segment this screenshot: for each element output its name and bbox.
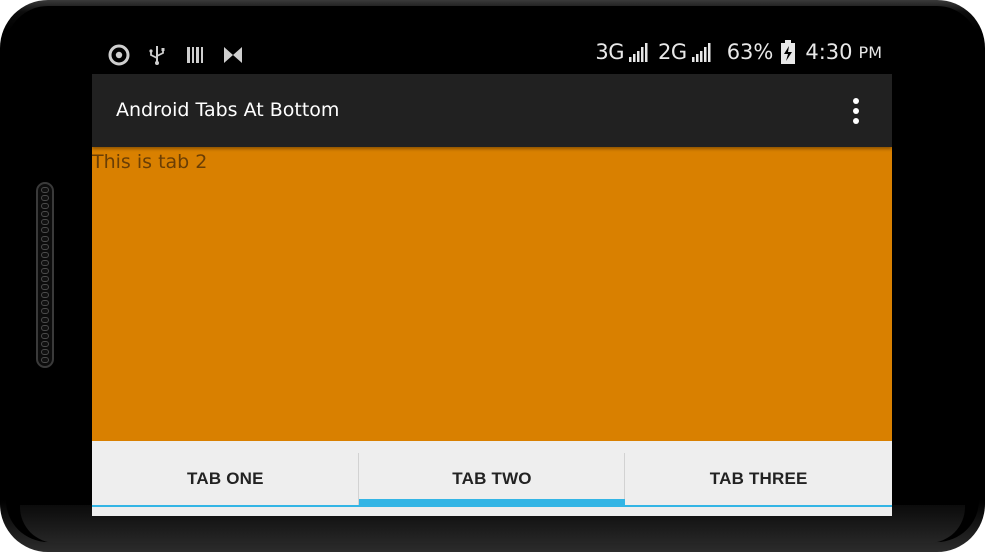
tab-three[interactable]: TAB THREE <box>625 441 893 516</box>
tab-label: TAB ONE <box>187 468 264 488</box>
tab-indicator <box>92 505 359 507</box>
tab-two[interactable]: TAB TWO <box>358 441 626 516</box>
bowtie-icon <box>222 44 244 66</box>
phone-speaker-grille <box>36 182 54 368</box>
tab-indicator <box>625 505 893 507</box>
network-type-2: 2G <box>658 40 687 64</box>
tab-label: TAB THREE <box>709 468 808 488</box>
signal-strength-icon <box>628 41 650 63</box>
usb-icon <box>146 44 168 66</box>
action-bar: Android Tabs At Bottom <box>92 74 892 147</box>
system-indicators: 3G 2G 63% 4:30 PM <box>595 40 882 64</box>
at-icon <box>108 44 130 66</box>
overflow-menu-icon[interactable] <box>846 96 866 126</box>
signal-strength-icon <box>691 41 713 63</box>
battery-percent: 63% <box>726 40 774 64</box>
tab-one[interactable]: TAB ONE <box>92 441 359 516</box>
tab-content-text: This is tab 2 <box>92 151 208 173</box>
notification-icons <box>108 44 244 66</box>
barcode-icon <box>184 44 206 66</box>
bottom-tab-bar: TAB ONE TAB TWO TAB THREE <box>92 441 893 516</box>
app-title: Android Tabs At Bottom <box>116 99 340 121</box>
tab-label: TAB TWO <box>452 468 532 488</box>
clock-ampm: PM <box>858 42 882 62</box>
clock-time: 4:30 <box>805 40 853 64</box>
battery-charging-icon <box>781 40 796 64</box>
network-type-1: 3G <box>595 40 625 64</box>
tab-indicator-selected <box>358 499 626 507</box>
tab-content: This is tab 2 <box>92 147 892 441</box>
status-bar: 3G 2G 63% 4:30 PM <box>92 36 892 74</box>
